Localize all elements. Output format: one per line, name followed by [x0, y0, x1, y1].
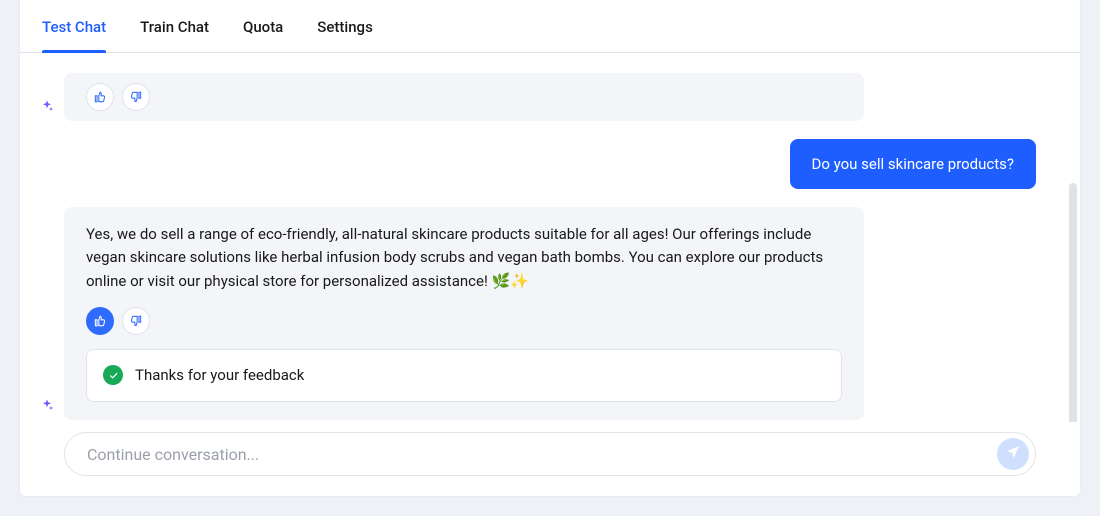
thumbs-up-button[interactable]: [86, 307, 114, 335]
user-bubble: Do you sell skincare products?: [790, 139, 1037, 189]
feedback-row: [86, 307, 842, 335]
thumbs-down-button[interactable]: [122, 307, 150, 335]
sparkle-icon: [39, 398, 55, 414]
bot-bubble: [64, 73, 864, 121]
feedback-toast: Thanks for your feedback: [86, 349, 842, 402]
message-input[interactable]: [85, 444, 983, 465]
tab-settings[interactable]: Settings: [317, 0, 373, 52]
bot-message: [64, 73, 1036, 121]
bot-bubble: Yes, we do sell a range of eco-friendly,…: [64, 207, 864, 420]
feedback-row: [86, 83, 842, 111]
tab-quota[interactable]: Quota: [243, 0, 283, 52]
tab-train-chat[interactable]: Train Chat: [140, 0, 209, 52]
tab-test-chat[interactable]: Test Chat: [42, 0, 106, 52]
chat-viewport: Do you sell skincare products? Yes, we d…: [20, 53, 1080, 422]
feedback-toast-text: Thanks for your feedback: [135, 364, 304, 387]
chat-scroll-area[interactable]: Do you sell skincare products? Yes, we d…: [20, 53, 1080, 422]
app-panel: Test Chat Train Chat Quota Settings: [20, 0, 1080, 496]
check-circle-icon: [103, 365, 123, 385]
composer: [20, 422, 1080, 496]
send-button[interactable]: [997, 438, 1029, 470]
bot-message-text: Yes, we do sell a range of eco-friendly,…: [86, 223, 842, 293]
tab-bar: Test Chat Train Chat Quota Settings: [20, 0, 1080, 53]
thumbs-down-button[interactable]: [122, 83, 150, 111]
scrollbar-thumb[interactable]: [1069, 183, 1077, 422]
user-message: Do you sell skincare products?: [64, 139, 1036, 189]
message-input-wrap[interactable]: [64, 432, 1036, 476]
sparkle-icon: [39, 99, 55, 115]
thumbs-up-button[interactable]: [86, 83, 114, 111]
send-icon: [1005, 444, 1021, 464]
bot-message: Yes, we do sell a range of eco-friendly,…: [64, 207, 1036, 420]
